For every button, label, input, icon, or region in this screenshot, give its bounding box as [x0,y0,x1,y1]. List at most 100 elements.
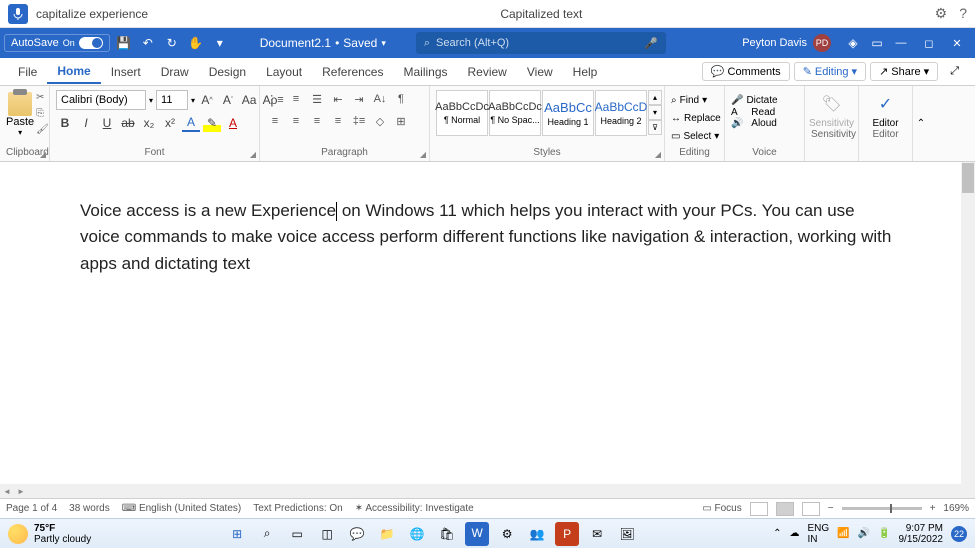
diamond-icon[interactable]: ◈ [843,33,863,53]
tab-draw[interactable]: Draw [151,61,199,83]
battery-icon[interactable]: 🔋 [878,528,890,539]
tab-file[interactable]: File [8,61,47,83]
editor-button[interactable]: ✓ Editor [865,88,906,129]
numbering-button[interactable]: ≡ [287,90,305,108]
gallery-down-icon[interactable]: ▾ [648,105,662,120]
align-right-button[interactable]: ≡ [308,112,326,130]
text-effects-button[interactable]: A [182,114,200,132]
tab-mailings[interactable]: Mailings [393,61,457,83]
increase-indent-button[interactable]: ⇥ [350,90,368,108]
search-input[interactable]: ⌕ Search (Alt+Q) 🎤 [416,32,666,54]
onedrive-icon[interactable]: ☁ [789,528,799,539]
weather-widget[interactable]: 75°FPartly cloudy [8,523,91,545]
word-app-icon[interactable]: W [465,522,489,546]
redo-icon[interactable]: ↻ [162,33,182,53]
shrink-font-button[interactable]: Aˇ [219,91,237,109]
vertical-scrollbar[interactable] [961,162,975,484]
styles-launcher-icon[interactable]: ◢ [655,150,661,159]
tab-layout[interactable]: Layout [256,61,312,83]
tab-design[interactable]: Design [199,61,256,83]
mic-icon[interactable] [8,4,28,24]
widgets-icon[interactable]: ◫ [315,522,339,546]
accessibility-status[interactable]: ✶ Accessibility: Investigate [355,503,474,514]
task-view-icon[interactable]: ▭ [285,522,309,546]
multilevel-button[interactable]: ☰ [308,90,326,108]
explorer-icon[interactable]: 📁 [375,522,399,546]
tab-home[interactable]: Home [47,60,100,84]
bold-button[interactable]: B [56,114,74,132]
share-button[interactable]: ↗ Share ▾ [870,62,938,81]
gallery-more-icon[interactable]: ⊽ [648,120,662,135]
select-button[interactable]: ▭ Select ▾ [671,127,719,145]
page-indicator[interactable]: Page 1 of 4 [6,503,57,514]
start-button[interactable]: ⊞ [225,522,249,546]
read-aloud-button[interactable]: A🔊 Read Aloud [731,109,798,127]
superscript-button[interactable]: x² [161,114,179,132]
style-heading-2[interactable]: AaBbCcDHeading 2 [595,90,647,136]
minimize-button[interactable]: — [887,32,915,54]
show-marks-button[interactable]: ¶ [392,90,410,108]
find-button[interactable]: ⌕ Find ▾ [671,91,707,109]
word-count[interactable]: 38 words [69,503,110,514]
photos-icon[interactable]: 🖼 [615,522,639,546]
bullets-button[interactable]: ⋮≡ [266,90,284,108]
tray-chevron-icon[interactable]: ⌃ [773,528,781,539]
text-predictions-status[interactable]: Text Predictions: On [253,503,342,514]
style-no-spacing[interactable]: AaBbCcDc¶ No Spac... [489,90,541,136]
style-heading-1[interactable]: AaBbCcHeading 1 [542,90,594,136]
tab-review[interactable]: Review [458,61,517,83]
font-launcher-icon[interactable]: ◢ [250,150,256,159]
replace-button[interactable]: ↔ Replace [671,109,721,127]
user-avatar[interactable]: PD [813,34,831,52]
zoom-level[interactable]: 169% [943,503,969,514]
help-icon[interactable]: ? [959,5,967,22]
highlight-button[interactable]: ✎ [203,114,221,132]
decrease-indent-button[interactable]: ⇤ [329,90,347,108]
cut-icon[interactable]: ✂ [36,92,50,106]
teams-icon[interactable]: 👥 [525,522,549,546]
horizontal-scrollbar[interactable] [0,484,975,498]
zoom-out-button[interactable]: − [828,503,834,514]
touch-mode-icon[interactable]: ✋ [186,33,206,53]
italic-button[interactable]: I [77,114,95,132]
powerpoint-icon[interactable]: P [555,522,579,546]
user-name[interactable]: Peyton Davis [742,37,807,49]
font-family-select[interactable]: Calibri (Body) [56,90,146,110]
style-gallery[interactable]: AaBbCcDc¶ Normal AaBbCcDc¶ No Spac... Aa… [436,88,662,136]
save-icon[interactable]: 💾 [114,33,134,53]
clock[interactable]: 9:07 PM9/15/2022 [899,523,944,545]
search-taskbar-icon[interactable]: ⌕ [255,522,279,546]
align-left-button[interactable]: ≡ [266,112,284,130]
tab-help[interactable]: Help [563,61,608,83]
autosave-toggle[interactable]: AutoSave On [4,34,110,52]
tab-insert[interactable]: Insert [101,61,151,83]
mail-icon[interactable]: ✉ [585,522,609,546]
change-case-button[interactable]: Aa [240,91,258,109]
document-area[interactable]: Voice access is a new Experience on Wind… [0,162,975,484]
mic-search-icon[interactable]: 🎤 [644,37,658,50]
line-spacing-button[interactable]: ‡≡ [350,112,368,130]
chat-icon[interactable]: 💬 [345,522,369,546]
copy-icon[interactable]: ⎘ [36,108,50,122]
tab-view[interactable]: View [517,61,563,83]
format-painter-icon[interactable]: 🖌 [36,124,50,138]
undo-icon[interactable]: ↶ [138,33,158,53]
window-mode-icon[interactable]: ▭ [867,33,887,53]
style-normal[interactable]: AaBbCcDc¶ Normal [436,90,488,136]
language-status[interactable]: ⌨ English (United States) [122,503,242,514]
print-layout-icon[interactable] [776,502,794,516]
notification-badge[interactable]: 22 [951,526,967,542]
align-center-button[interactable]: ≡ [287,112,305,130]
shading-button[interactable]: ◇ [371,112,389,130]
wifi-icon[interactable]: 📶 [837,528,849,539]
collapse-ribbon-icon[interactable]: ⌃ [913,86,929,161]
clipboard-launcher-icon[interactable]: ◢ [40,150,46,159]
comments-button[interactable]: 💬 Comments [702,62,790,81]
web-layout-icon[interactable] [802,502,820,516]
borders-button[interactable]: ⊞ [392,112,410,130]
underline-button[interactable]: U [98,114,116,132]
store-icon[interactable]: 🛍 [435,522,459,546]
maximize-button[interactable]: ◻ [915,32,943,54]
settings-app-icon[interactable]: ⚙ [495,522,519,546]
grow-font-button[interactable]: A^ [198,91,216,109]
